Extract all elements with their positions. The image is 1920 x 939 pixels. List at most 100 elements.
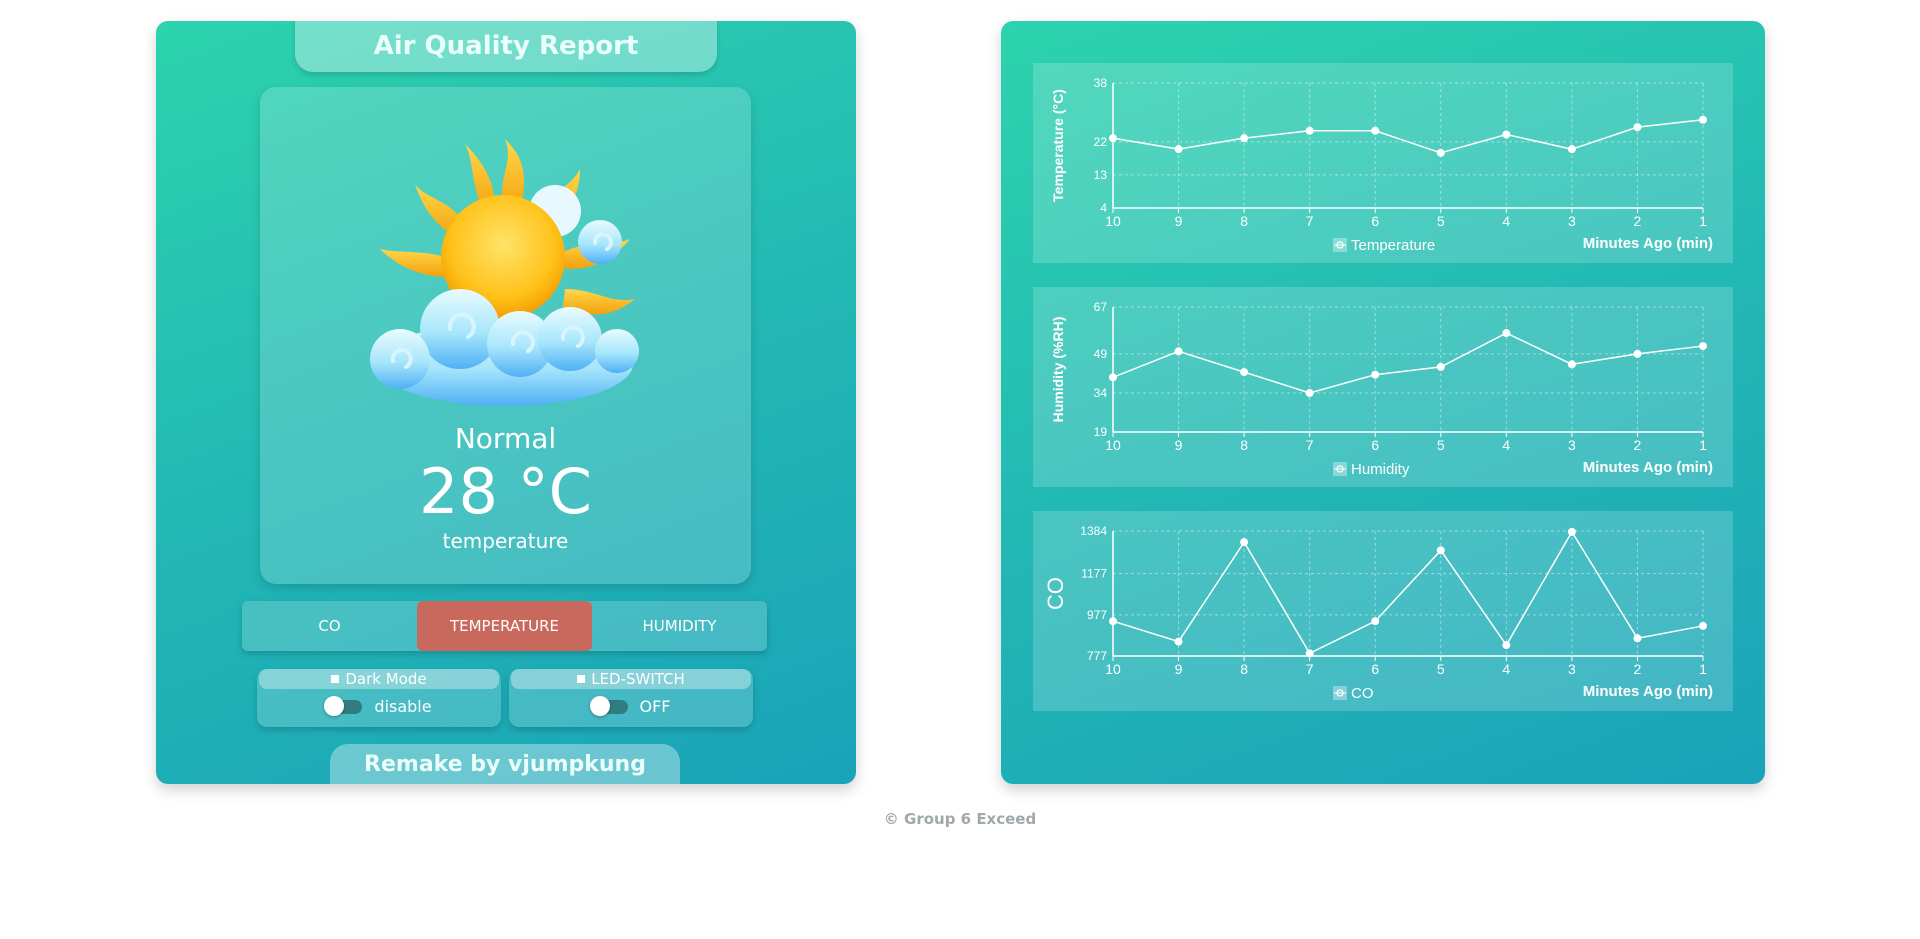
data-point — [1567, 145, 1576, 154]
x-tick-label: 1 — [1699, 661, 1707, 677]
y-tick-label: 19 — [1094, 425, 1108, 439]
data-point — [1436, 546, 1445, 555]
weather-card: Normal 28 °C temperature — [260, 87, 751, 584]
x-tick-label: 9 — [1175, 213, 1183, 229]
data-point — [1436, 362, 1445, 371]
x-tick-label: 6 — [1371, 437, 1379, 453]
tab-co[interactable]: CO — [242, 601, 417, 651]
y-tick-label: 67 — [1094, 300, 1108, 314]
x-tick-label: 5 — [1437, 213, 1445, 229]
legend-label: Humidity — [1351, 461, 1410, 478]
line-chart-svg: 10 9 8 7 6 5 4 3 2 1 19 34 49 67 Humidity (%RH) Minutes… — [1050, 300, 1713, 478]
x-axis-label: Minutes Ago (min) — [1583, 683, 1713, 700]
dark-mode-label: Dark Mode — [345, 670, 427, 688]
air-status: Normal — [454, 422, 557, 455]
x-tick-label: 2 — [1634, 437, 1642, 453]
x-tick-label: 8 — [1240, 661, 1248, 677]
x-tick-label: 5 — [1437, 437, 1445, 453]
y-tick-label: 977 — [1087, 608, 1107, 622]
data-point — [1371, 617, 1380, 626]
data-point — [1240, 134, 1249, 143]
report-panel: Air Quality Report Normal 28 °C temperat… — [156, 19, 856, 784]
temperature-value: 28 °C — [419, 455, 592, 528]
data-point — [1502, 329, 1511, 338]
data-point — [1633, 349, 1642, 358]
data-point — [1240, 368, 1249, 377]
metric-tabs: CO TEMPERATURE HUMIDITY — [242, 601, 767, 651]
data-point — [1174, 637, 1183, 646]
y-tick-label: 38 — [1094, 76, 1108, 90]
data-point — [1699, 115, 1707, 124]
x-tick-label: 4 — [1502, 213, 1510, 229]
metric-label: temperature — [442, 529, 569, 553]
temperature-chart: 10 9 8 7 6 5 4 3 2 1 4 13 22 38 Temperature (°C) Minute… — [1033, 63, 1733, 263]
y-axis-label: Temperature (°C) — [1050, 89, 1066, 202]
y-tick-label: 13 — [1094, 168, 1108, 182]
line-chart-svg: 10 9 8 7 6 5 4 3 2 1 777 977 1177 1384 CO Minutes Ago (… — [1043, 524, 1713, 702]
data-point — [1240, 538, 1249, 547]
x-tick-label: 7 — [1306, 661, 1314, 677]
x-tick-label: 1 — [1699, 437, 1707, 453]
x-tick-label: 9 — [1175, 661, 1183, 677]
data-point — [1305, 388, 1314, 397]
co-chart: 10 9 8 7 6 5 4 3 2 1 777 977 1177 1384 CO Minutes Ago (… — [1033, 511, 1733, 711]
data-point — [1109, 617, 1117, 626]
sun-behind-cloud-icon — [370, 139, 639, 406]
x-tick-label: 10 — [1105, 661, 1121, 677]
led-state: OFF — [639, 697, 671, 716]
tab-humidity[interactable]: HUMIDITY — [592, 601, 767, 651]
x-tick-label: 7 — [1306, 213, 1314, 229]
dark-mode-card: Dark Mode disable — [257, 669, 501, 727]
humidity-chart: 10 9 8 7 6 5 4 3 2 1 19 34 49 67 Humidity (%RH) Minutes… — [1033, 287, 1733, 487]
x-tick-label: 3 — [1568, 213, 1576, 229]
x-tick-label: 4 — [1502, 661, 1510, 677]
x-tick-label: 9 — [1175, 437, 1183, 453]
y-tick-label: 1177 — [1081, 567, 1107, 581]
x-axis-label: Minutes Ago (min) — [1583, 459, 1713, 476]
tab-temperature[interactable]: TEMPERATURE — [417, 601, 592, 651]
square-icon — [577, 675, 586, 683]
y-tick-label: 22 — [1094, 135, 1108, 149]
x-tick-label: 2 — [1634, 213, 1642, 229]
data-point — [1371, 126, 1380, 135]
line-chart-svg: 10 9 8 7 6 5 4 3 2 1 4 13 22 38 Temperature (°C) Minute… — [1050, 76, 1713, 254]
x-tick-label: 8 — [1240, 437, 1248, 453]
x-tick-label: 6 — [1371, 661, 1379, 677]
dark-mode-toggle[interactable] — [324, 695, 363, 716]
data-point — [1174, 145, 1183, 154]
legend-label: CO — [1351, 685, 1374, 702]
data-point — [1502, 641, 1511, 650]
data-point — [1567, 360, 1576, 369]
y-tick-label: 34 — [1094, 386, 1108, 400]
x-tick-label: 1 — [1699, 213, 1707, 229]
data-point — [1567, 527, 1576, 536]
data-point — [1699, 342, 1707, 351]
series-line — [1112, 530, 1704, 655]
led-toggle[interactable] — [589, 695, 628, 716]
data-point — [1436, 148, 1445, 157]
x-tick-label: 3 — [1568, 661, 1576, 677]
y-tick-label: 49 — [1094, 347, 1108, 361]
data-point — [1305, 126, 1314, 135]
x-tick-label: 3 — [1568, 437, 1576, 453]
led-switch-card: LED-SWITCH OFF — [509, 669, 753, 727]
series-line — [1112, 119, 1704, 154]
y-tick-label: 1384 — [1080, 524, 1107, 538]
square-icon — [331, 675, 340, 683]
y-tick-label: 4 — [1100, 201, 1107, 215]
toggle-knob — [324, 695, 345, 716]
data-point — [1502, 130, 1511, 139]
data-point — [1371, 370, 1380, 379]
x-tick-label: 4 — [1502, 437, 1510, 453]
x-tick-label: 6 — [1371, 213, 1379, 229]
copyright: © Group 6 Exceed — [883, 810, 1037, 828]
x-axis-label: Minutes Ago (min) — [1583, 235, 1713, 252]
dark-mode-state: disable — [374, 697, 432, 716]
x-tick-label: 10 — [1105, 213, 1121, 229]
data-point — [1174, 347, 1183, 356]
x-tick-label: 8 — [1240, 213, 1248, 229]
page-title: Air Quality Report — [295, 19, 717, 72]
legend-label: Temperature — [1351, 237, 1435, 254]
y-axis-label: Humidity (%RH) — [1050, 317, 1066, 423]
credit-label: Remake by vjumpkung — [330, 744, 680, 784]
